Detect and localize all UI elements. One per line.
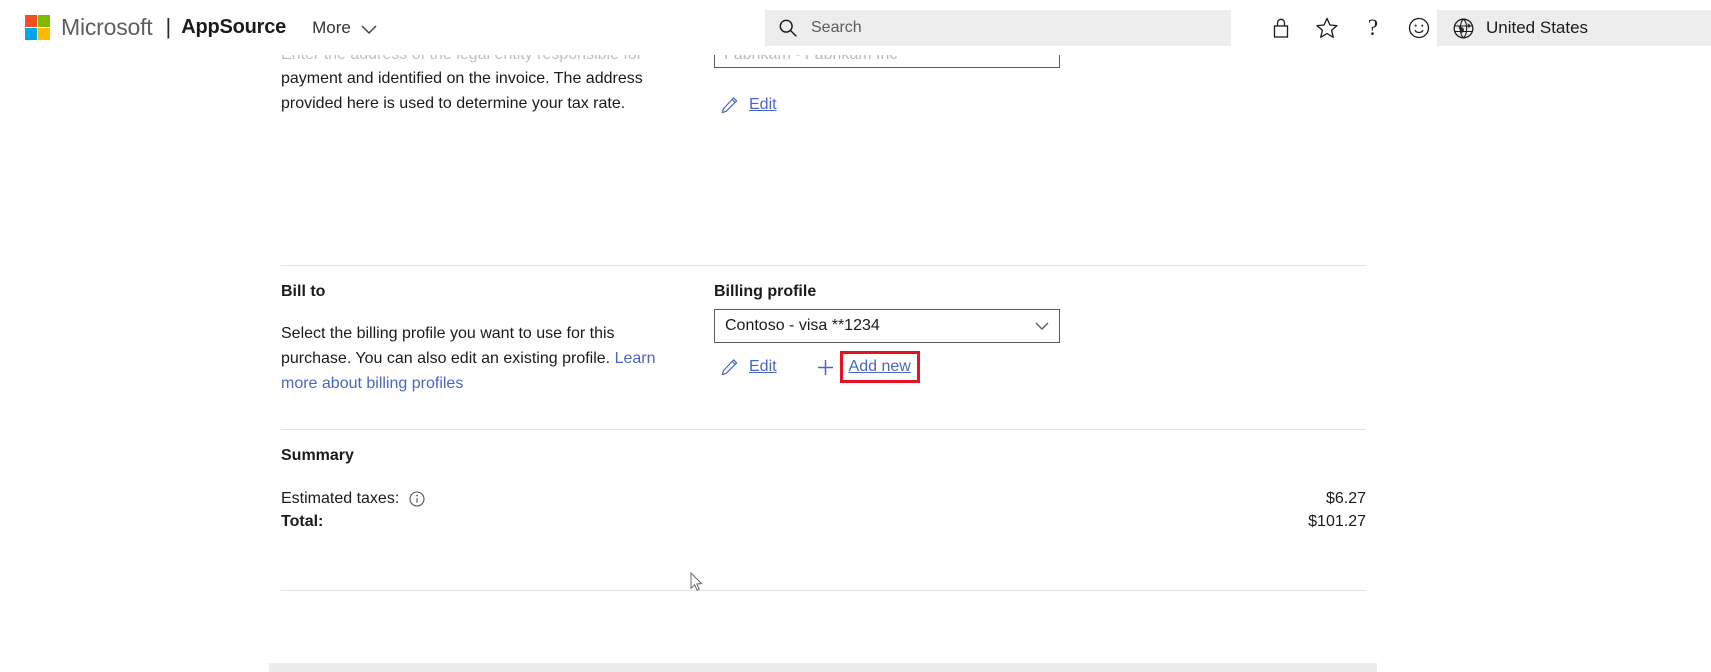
summary-row-label-wrap: Estimated taxes: <box>281 490 425 508</box>
mouse-cursor <box>690 572 703 591</box>
chevron-down-icon <box>361 22 377 38</box>
search-icon <box>765 18 811 38</box>
bill-to-heading: Bill to <box>281 283 326 300</box>
billing-profile-actions: Edit Add new <box>714 351 1366 383</box>
region-label: United States <box>1486 18 1589 37</box>
total-value: $101.27 <box>1308 513 1366 530</box>
region-selector[interactable]: United States <box>1437 10 1711 46</box>
pencil-icon <box>718 94 740 116</box>
sold-to-description-line3: provided here is used to determine your … <box>281 95 626 112</box>
feedback-smiley-icon[interactable] <box>1396 5 1442 51</box>
section-divider-bill-to <box>281 265 1366 266</box>
lock-icon[interactable] <box>1258 5 1304 51</box>
footer-band <box>269 663 1377 672</box>
billing-profile-selected-value: Contoso - visa **1234 <box>725 317 880 334</box>
star-icon[interactable] <box>1304 5 1350 51</box>
microsoft-squares-icon <box>25 15 50 40</box>
info-icon[interactable] <box>408 491 425 508</box>
section-divider-bottom <box>281 590 1366 591</box>
summary-row-total: Total: $101.27 <box>281 513 1366 531</box>
microsoft-logo[interactable]: Microsoft <box>25 13 153 43</box>
sold-to-edit-label: Edit <box>749 96 777 113</box>
search-box[interactable] <box>765 10 1231 46</box>
header-icon-group: ? <box>1258 0 1442 55</box>
appsource-wordmark[interactable]: AppSource <box>181 16 286 39</box>
checkout-page: Enter the address of the legal entity re… <box>0 0 1711 672</box>
sold-to-description-line2: payment and identified on the invoice. T… <box>281 70 643 87</box>
site-header: Microsoft | AppSource More Search ? Unit… <box>0 0 1711 55</box>
search-input[interactable] <box>811 11 1211 45</box>
help-icon[interactable]: ? <box>1350 5 1396 51</box>
billing-profile-edit-button[interactable]: Edit <box>714 354 781 380</box>
help-glyph: ? <box>1367 15 1379 40</box>
estimated-taxes-label: Estimated taxes: <box>281 490 400 507</box>
header-separator: | <box>165 13 172 39</box>
summary-heading: Summary <box>281 447 354 464</box>
bill-to-description-text: Select the billing profile you want to u… <box>281 325 615 367</box>
pencil-icon <box>718 356 740 378</box>
globe-icon <box>1453 17 1474 39</box>
summary-row-estimated-taxes: Estimated taxes: $6.27 <box>281 490 1366 508</box>
billing-profile-label: Billing profile <box>714 283 817 300</box>
add-new-label: Add new <box>848 358 911 375</box>
plus-icon <box>815 356 837 378</box>
chevron-down-icon <box>1033 317 1051 335</box>
section-divider-summary <box>281 429 1366 430</box>
more-menu-label: More <box>312 17 351 37</box>
bill-to-description: Select the billing profile you want to u… <box>281 321 661 396</box>
billing-profile-combobox[interactable]: Contoso - visa **1234 <box>714 309 1060 343</box>
total-label: Total: <box>281 513 324 530</box>
sold-to-edit-button[interactable]: Edit <box>714 92 781 118</box>
add-new-billing-profile-button[interactable]: Add new <box>839 351 920 383</box>
more-menu[interactable]: More <box>312 18 377 38</box>
microsoft-wordmark: Microsoft <box>61 14 153 40</box>
estimated-taxes-value: $6.27 <box>1325 490 1366 507</box>
billing-profile-edit-label: Edit <box>749 358 777 375</box>
